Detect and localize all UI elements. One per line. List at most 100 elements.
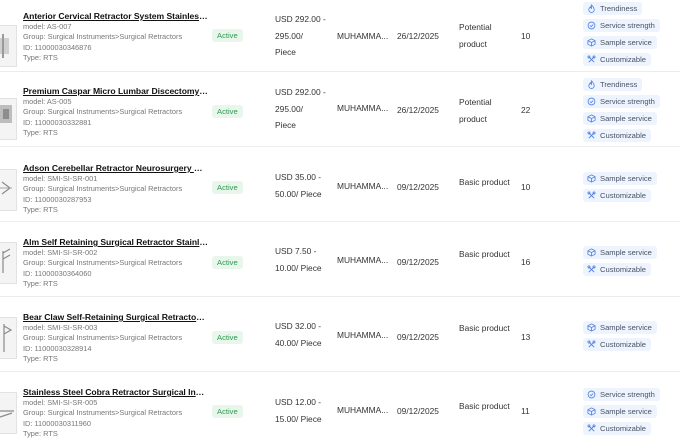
box-icon: [587, 38, 596, 47]
product-title-link[interactable]: Adson Cerebellar Retractor Neurosurgery …: [23, 163, 208, 173]
box-icon: [587, 407, 596, 416]
status-badge: Active: [212, 405, 243, 418]
product-id: ID: 11000030287953: [23, 194, 92, 204]
product-thumbnail[interactable]: [0, 98, 17, 140]
tag-customizable[interactable]: Customizable: [583, 338, 652, 351]
tag-label: Trendiness: [600, 80, 638, 89]
product-meta: model: AS-007 Group: Surgical Instrument…: [23, 22, 182, 64]
tag-label: Sample service: [600, 38, 652, 47]
product-id: ID: 11000030364060: [23, 268, 92, 278]
price-range: USD 35.00 - 50.00/ Piece: [275, 169, 322, 202]
tag-customizable[interactable]: Customizable: [583, 189, 652, 202]
product-tier: Basic product: [459, 320, 510, 337]
price-line: USD 35.00 -: [275, 172, 322, 182]
status-badge: Active: [212, 256, 243, 269]
product-thumbnail[interactable]: [0, 242, 17, 284]
product-tier-line: product: [459, 113, 487, 124]
tag-sample-service[interactable]: Sample service: [583, 112, 657, 125]
flame-icon: [588, 80, 595, 89]
product-title-link[interactable]: Alm Self Retaining Surgical Retractor St…: [23, 237, 208, 247]
box-icon: [587, 323, 596, 332]
product-title-link[interactable]: Premium Caspar Micro Lumbar Discectomy R…: [23, 86, 208, 96]
product-title-link[interactable]: Bear Claw Self-Retaining Surgical Retrac…: [23, 312, 208, 322]
product-thumbnail[interactable]: [0, 25, 17, 67]
tools-icon: [587, 340, 596, 348]
tag-list: Sample service Customizable: [583, 246, 657, 280]
table-row[interactable]: Stainless Steel Cobra Retractor Surgical…: [0, 372, 680, 447]
tag-sample-service[interactable]: Sample service: [583, 246, 657, 259]
tools-icon: [587, 265, 596, 273]
listing-date: 09/12/2025: [397, 406, 439, 416]
inquiry-count: 10: [521, 182, 531, 192]
tag-label: Customizable: [600, 131, 647, 140]
product-thumbnail[interactable]: [0, 169, 17, 211]
price-line: USD 12.00 -: [275, 397, 322, 407]
tag-label: Trendiness: [600, 4, 638, 13]
product-type: Type: RTS: [23, 429, 58, 439]
price-range: USD 32.00 - 40.00/ Piece: [275, 318, 322, 351]
product-type: Type: RTS: [23, 53, 58, 63]
tag-label: Customizable: [600, 424, 647, 433]
listing-date: 09/12/2025: [397, 332, 439, 342]
inquiry-count: 11: [521, 406, 530, 416]
price-line: USD 32.00 -: [275, 321, 322, 331]
product-meta: model: AS-005 Group: Surgical Instrument…: [23, 97, 182, 139]
price-line: 15.00/ Piece: [275, 413, 322, 424]
product-id: ID: 11000030328914: [23, 343, 92, 353]
table-row[interactable]: Adson Cerebellar Retractor Neurosurgery …: [0, 147, 680, 222]
tag-label: Sample service: [600, 323, 652, 332]
product-group: Group: Surgical Instruments>Surgical Ret…: [23, 333, 183, 343]
product-tier: Potential product: [459, 19, 492, 52]
status-badge: Active: [212, 331, 243, 344]
inquiry-count: 22: [521, 105, 531, 115]
product-tier-line: Basic product: [459, 177, 510, 187]
price-line: Piece: [275, 120, 296, 130]
table-row[interactable]: Premium Caspar Micro Lumbar Discectomy R…: [0, 72, 680, 147]
tag-sample-service[interactable]: Sample service: [583, 405, 657, 418]
product-model: model: SMI-SI-SR-001: [23, 174, 98, 183]
tag-customizable[interactable]: Customizable: [583, 53, 652, 66]
price-range: USD 12.00 - 15.00/ Piece: [275, 394, 322, 427]
tag-service-strength[interactable]: Service strength: [583, 388, 660, 401]
price-range: USD 292.00 - 295.00/ Piece: [275, 11, 326, 61]
product-thumbnail[interactable]: [0, 317, 17, 359]
price-line: USD 292.00 -: [275, 87, 326, 97]
tag-label: Customizable: [600, 191, 647, 200]
product-tier-line: Basic product: [459, 401, 510, 411]
tag-service-strength[interactable]: Service strength: [583, 95, 660, 108]
supplier-name: MUHAMMA...: [337, 330, 389, 340]
tag-sample-service[interactable]: Sample service: [583, 36, 657, 49]
table-row[interactable]: Bear Claw Self-Retaining Surgical Retrac…: [0, 297, 680, 372]
table-row[interactable]: Anterior Cervical Retractor System Stain…: [0, 0, 680, 72]
supplier-name: MUHAMMA...: [337, 405, 389, 415]
product-type: Type: RTS: [23, 128, 58, 138]
tag-sample-service[interactable]: Sample service: [583, 321, 657, 334]
tag-sample-service[interactable]: Sample service: [583, 172, 657, 185]
table-row[interactable]: Alm Self Retaining Surgical Retractor St…: [0, 222, 680, 297]
badge-icon: [587, 97, 596, 106]
product-type: Type: RTS: [23, 354, 58, 364]
box-icon: [587, 248, 596, 257]
product-group: Group: Surgical Instruments>Surgical Ret…: [23, 408, 183, 418]
tag-service-strength[interactable]: Service strength: [583, 19, 660, 32]
tag-trendiness[interactable]: Trendiness: [583, 2, 643, 15]
tag-label: Sample service: [600, 114, 652, 123]
supplier-name: MUHAMMA...: [337, 103, 389, 113]
tag-label: Service strength: [600, 390, 655, 399]
supplier-name: MUHAMMA...: [337, 255, 389, 265]
product-title-link[interactable]: Stainless Steel Cobra Retractor Surgical…: [23, 387, 208, 397]
tag-trendiness[interactable]: Trendiness: [583, 78, 643, 91]
tag-list: Trendiness Service strength Sample servi…: [583, 78, 660, 146]
product-model: model: SMI-SI-SR-002: [23, 248, 98, 257]
price-line: 295.00/: [275, 30, 303, 41]
product-thumbnail[interactable]: [0, 392, 17, 434]
tag-customizable[interactable]: Customizable: [583, 422, 652, 435]
product-type: Type: RTS: [23, 279, 58, 289]
tag-customizable[interactable]: Customizable: [583, 129, 652, 142]
product-model: model: AS-005: [23, 97, 72, 106]
inquiry-count: 16: [521, 257, 531, 267]
product-tier: Basic product: [459, 398, 510, 415]
product-tier: Basic product: [459, 246, 510, 263]
tag-customizable[interactable]: Customizable: [583, 263, 652, 276]
product-title-link[interactable]: Anterior Cervical Retractor System Stain…: [23, 11, 208, 21]
